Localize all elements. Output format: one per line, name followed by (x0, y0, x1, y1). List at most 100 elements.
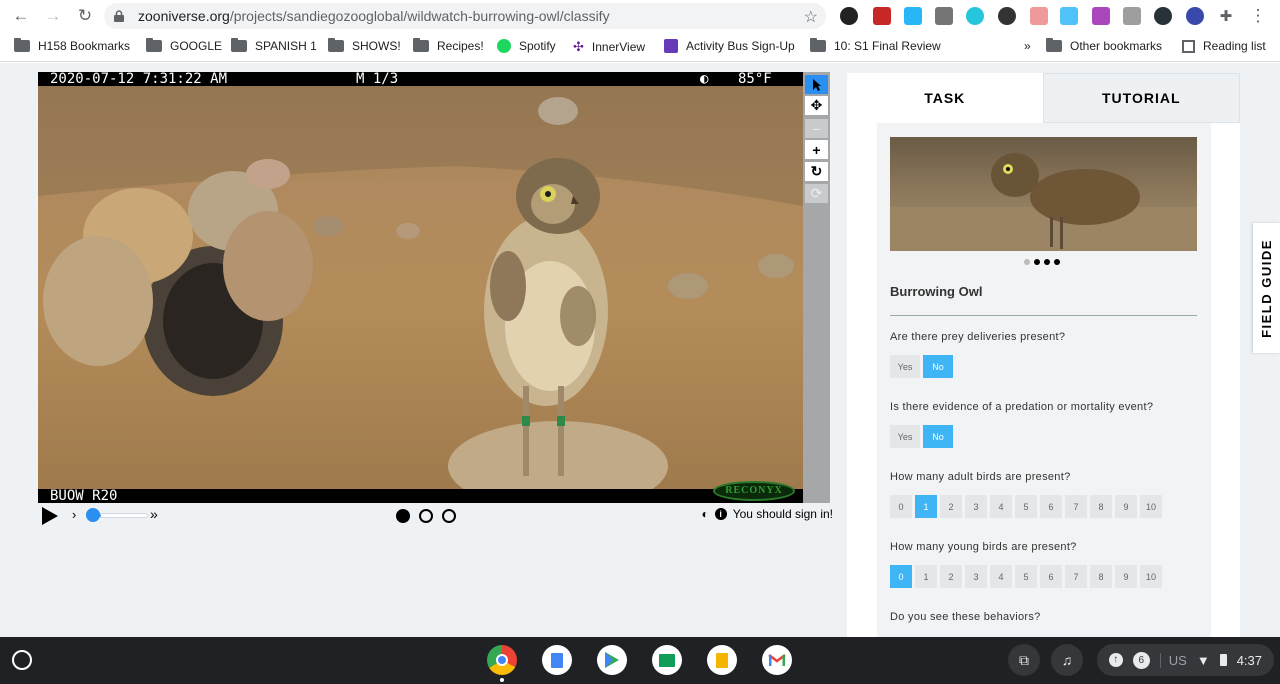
zoom-in-icon[interactable]: + (805, 140, 828, 159)
bookmark-item[interactable]: Recipes! (413, 38, 484, 53)
field-guide-tab[interactable]: FIELD GUIDE (1253, 223, 1280, 353)
classroom-icon[interactable] (652, 645, 682, 675)
extension-icon[interactable] (1186, 7, 1204, 25)
option-count[interactable]: 5 (1015, 565, 1037, 588)
option-count[interactable]: 7 (1065, 565, 1087, 588)
bookmark-item[interactable]: H158 Bookmarks (14, 38, 130, 53)
option-count[interactable]: 3 (965, 495, 987, 518)
option-yes[interactable]: Yes (890, 425, 920, 448)
launcher-icon[interactable] (12, 650, 32, 670)
option-count[interactable]: 1 (915, 565, 937, 588)
option-count[interactable]: 4 (990, 495, 1012, 518)
zoom-out-icon[interactable]: − (805, 119, 828, 138)
rotate-icon[interactable]: ↻ (805, 162, 828, 181)
owl-photo (38, 86, 803, 489)
carousel-dot[interactable] (1034, 259, 1040, 265)
address-bar[interactable]: zooniverse.org/projects/sandiegozoogloba… (104, 3, 826, 29)
media-controls-icon[interactable]: ♫ (1051, 644, 1083, 676)
option-count[interactable]: 3 (965, 565, 987, 588)
bookmark-item[interactable]: Spotify (497, 39, 556, 53)
forward-arrow-icon[interactable]: → (40, 3, 66, 29)
holding-space-icon[interactable]: ⧉ (1008, 644, 1040, 676)
option-count[interactable]: 2 (940, 565, 962, 588)
species-example-image[interactable] (890, 137, 1197, 251)
play-icon[interactable] (42, 507, 58, 525)
pan-tool-icon[interactable]: ✥ (805, 96, 828, 115)
docs-icon[interactable] (542, 645, 572, 675)
info-icon[interactable]: i (714, 508, 727, 520)
option-count[interactable]: 6 (1040, 495, 1062, 518)
reset-icon[interactable]: ⟳ (805, 184, 828, 203)
option-count[interactable]: 4 (990, 565, 1012, 588)
status-tray[interactable]: ↑ 6 US ▼ 4:37 (1096, 644, 1274, 676)
carousel-dot[interactable] (1024, 259, 1030, 265)
extension-icon[interactable] (1092, 7, 1110, 25)
frame-dot-1[interactable] (396, 509, 410, 523)
species-name: Burrowing Owl (890, 284, 983, 299)
tab-task[interactable]: TASK (847, 73, 1043, 123)
bookmark-item[interactable]: SHOWS! (328, 38, 401, 53)
bookmark-item[interactable]: ✣ InnerView (573, 39, 645, 55)
frame-dot-2[interactable] (419, 509, 433, 523)
bookmarks-overflow-button[interactable]: » (1024, 39, 1031, 53)
faster-icon[interactable]: » (150, 506, 158, 522)
reload-icon[interactable]: ↻ (72, 3, 98, 29)
extension-icon[interactable] (1030, 7, 1048, 25)
bookmark-star-icon[interactable]: ☆ (804, 7, 818, 27)
lock-icon (114, 9, 128, 23)
reading-list-button[interactable]: Reading list (1182, 39, 1266, 53)
option-no[interactable]: No (923, 355, 953, 378)
option-count[interactable]: 0 (890, 495, 912, 518)
option-count[interactable]: 8 (1090, 495, 1112, 518)
divider (890, 315, 1197, 316)
chrome-icon[interactable] (487, 645, 517, 675)
extension-icon[interactable] (935, 7, 953, 25)
option-count[interactable]: 1 (915, 495, 937, 518)
back-arrow-icon[interactable]: ← (8, 3, 34, 29)
option-count[interactable]: 10 (1140, 565, 1163, 588)
extension-icon[interactable] (998, 7, 1016, 25)
other-bookmarks-folder[interactable]: Other bookmarks (1046, 38, 1162, 53)
play-store-icon[interactable] (597, 645, 627, 675)
folder-icon (231, 38, 247, 52)
slower-icon[interactable]: › (72, 507, 76, 522)
tab-tutorial[interactable]: TUTORIAL (1042, 73, 1240, 123)
option-count[interactable]: 9 (1115, 565, 1137, 588)
bookmark-item[interactable]: 10: S1 Final Review (810, 38, 941, 53)
spotify-icon (497, 39, 511, 53)
extension-icon[interactable] (904, 7, 922, 25)
option-count[interactable]: 6 (1040, 565, 1062, 588)
option-count[interactable]: 5 (1015, 495, 1037, 518)
speed-slider-thumb[interactable] (86, 508, 100, 522)
extension-icon[interactable] (840, 7, 858, 25)
folder-icon (146, 38, 162, 52)
subject-image-viewer[interactable]: 2020-07-12 7:31:22 AM M 1/3 ◐ 85°F BUOW … (38, 72, 803, 503)
extension-icon[interactable] (1123, 7, 1141, 25)
question-prey-deliveries: Are there prey deliveries present? (890, 331, 1066, 343)
bookmark-item[interactable]: SPANISH 1 (231, 38, 317, 53)
carousel-dot[interactable] (1044, 259, 1050, 265)
option-count[interactable]: 10 (1140, 495, 1163, 518)
carousel-dot[interactable] (1054, 259, 1060, 265)
option-count[interactable]: 9 (1115, 495, 1137, 518)
slides-icon[interactable] (707, 645, 737, 675)
bookmark-item[interactable]: Activity Bus Sign-Up (664, 39, 795, 53)
option-count[interactable]: 7 (1065, 495, 1087, 518)
extension-icon[interactable] (1154, 7, 1172, 25)
extension-icon[interactable] (873, 7, 891, 25)
extension-icon[interactable] (966, 7, 984, 25)
contrast-icon[interactable]: ◐ (701, 507, 708, 521)
bookmark-item[interactable]: GOOGLE (146, 38, 222, 53)
option-count[interactable]: 8 (1090, 565, 1112, 588)
option-count[interactable]: 2 (940, 495, 962, 518)
pointer-tool-icon[interactable] (805, 75, 828, 94)
extension-icon[interactable] (1060, 7, 1078, 25)
question-adult-birds: How many adult birds are present? (890, 471, 1071, 483)
frame-dot-3[interactable] (442, 509, 456, 523)
gmail-icon[interactable] (762, 645, 792, 675)
option-count[interactable]: 0 (890, 565, 912, 588)
puzzle-icon[interactable]: ✚ (1213, 3, 1239, 29)
option-no[interactable]: No (923, 425, 953, 448)
option-yes[interactable]: Yes (890, 355, 920, 378)
more-menu-icon[interactable]: ⋮ (1245, 3, 1271, 29)
